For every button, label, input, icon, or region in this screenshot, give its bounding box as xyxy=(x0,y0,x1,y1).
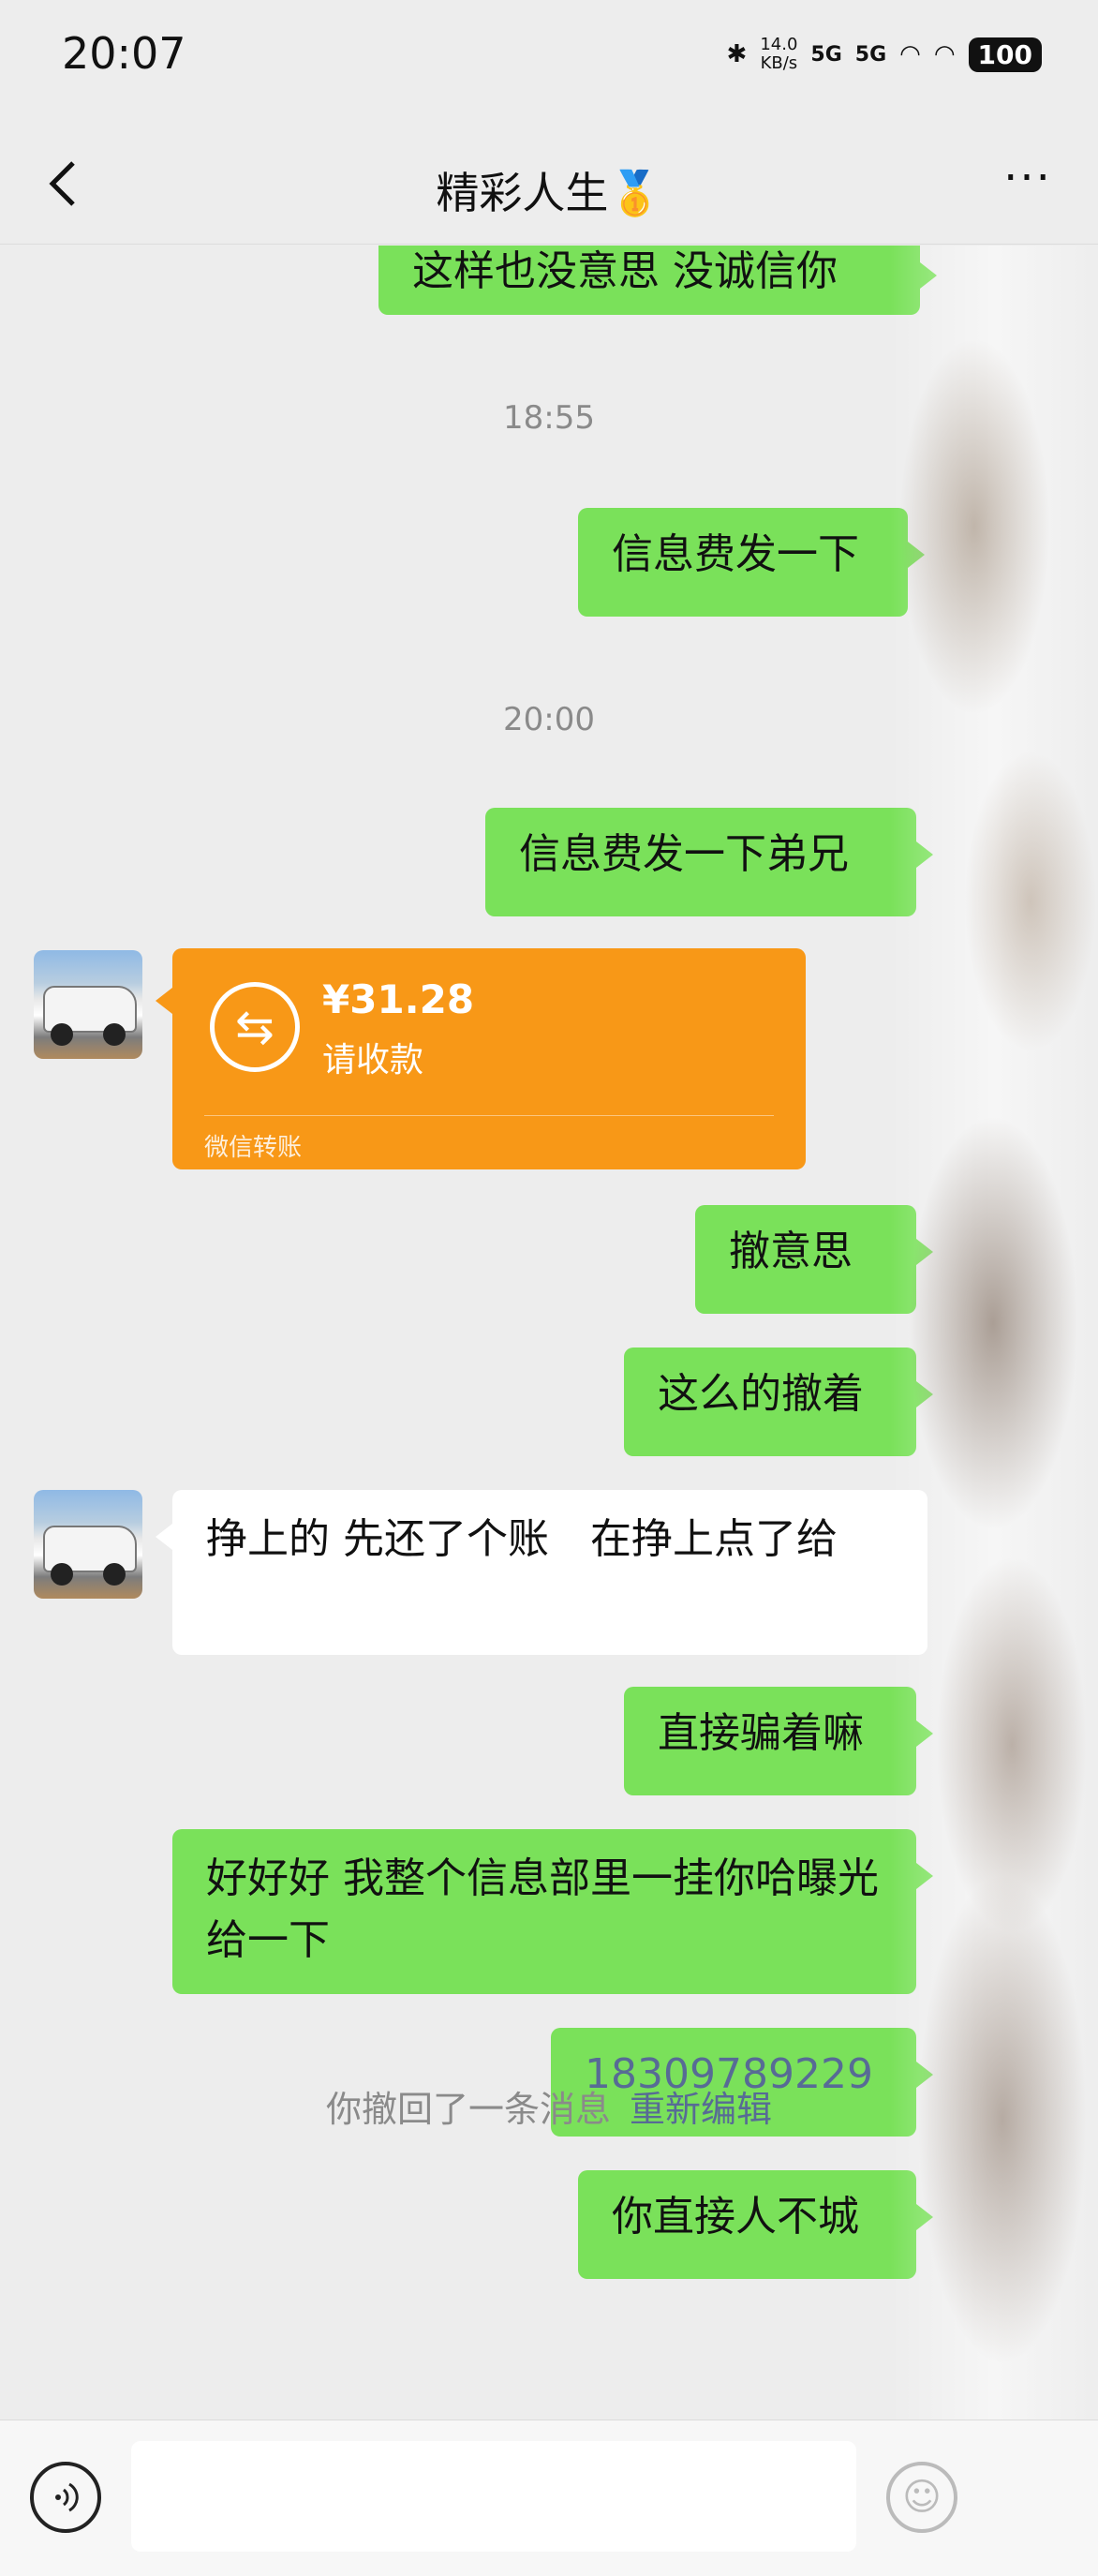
transfer-card[interactable]: ⇆ ¥31.28 请收款 微信转账 xyxy=(156,948,806,1169)
wifi-icon: ◠ xyxy=(899,40,921,68)
timestamp: 18:55 xyxy=(503,399,595,437)
more-icon[interactable]: ··· xyxy=(995,156,1061,206)
transfer-icon: ⇆ xyxy=(210,982,300,1072)
message-bubble[interactable]: 信息费发一下弟兄 xyxy=(485,808,933,916)
message-bubble[interactable]: 你直接人不城 xyxy=(578,2170,933,2279)
emoji-icon[interactable]: ☺ xyxy=(886,2462,957,2533)
chat-title: 精彩人生🥇 xyxy=(436,168,662,218)
message-bubble[interactable]: 这么的撤着 xyxy=(624,1348,933,1456)
message-bubble[interactable]: 直接骗着嘛 xyxy=(624,1687,933,1795)
recall-notice: 你撤回了一条消息 重新编辑 xyxy=(325,2089,773,2130)
wifi-icon-2: ◠ xyxy=(933,40,956,68)
message-bubble[interactable]: 好好好 我整个信息部里一挂你哈曝光给一下 xyxy=(172,1829,933,1994)
message-input[interactable] xyxy=(131,2441,856,2552)
battery-icon: 100 xyxy=(968,37,1042,72)
signal-icon-2: 5G xyxy=(854,42,887,67)
re-edit-link[interactable]: 重新编辑 xyxy=(630,2089,772,2130)
transfer-amount: ¥31.28 xyxy=(322,976,475,1022)
voice-icon[interactable] xyxy=(30,2462,101,2533)
status-time: 20:07 xyxy=(62,28,186,79)
divider xyxy=(204,1115,774,1116)
timestamp: 20:00 xyxy=(503,701,595,738)
message-bubble[interactable]: 撤意思 xyxy=(695,1205,933,1314)
transfer-footer: 微信转账 xyxy=(204,1134,303,1162)
message-bubble[interactable]: 挣上的 先还了个账 在挣上点了给 xyxy=(156,1490,927,1655)
avatar[interactable] xyxy=(34,950,142,1059)
nav-bar: 精彩人生🥇 ··· xyxy=(0,122,1098,245)
avatar[interactable] xyxy=(34,1490,142,1599)
message-bubble[interactable]: 信息费发一下 xyxy=(578,508,925,617)
signal-icon: 5G xyxy=(810,42,842,67)
bluetooth-icon: ✱ xyxy=(726,40,748,68)
transfer-status: 请收款 xyxy=(322,1041,424,1080)
input-bar: ☺ xyxy=(0,2420,1098,2576)
status-icons: ✱ 14.0 KB/s 5G 5G ◠ ◠ 100 xyxy=(727,36,1042,73)
message-bubble[interactable]: 这样也没意思 没诚信你 xyxy=(378,246,937,315)
net-speed: 14.0 KB/s xyxy=(760,35,798,73)
status-bar: 20:07 ✱ 14.0 KB/s 5G 5G ◠ ◠ 100 xyxy=(0,0,1098,112)
